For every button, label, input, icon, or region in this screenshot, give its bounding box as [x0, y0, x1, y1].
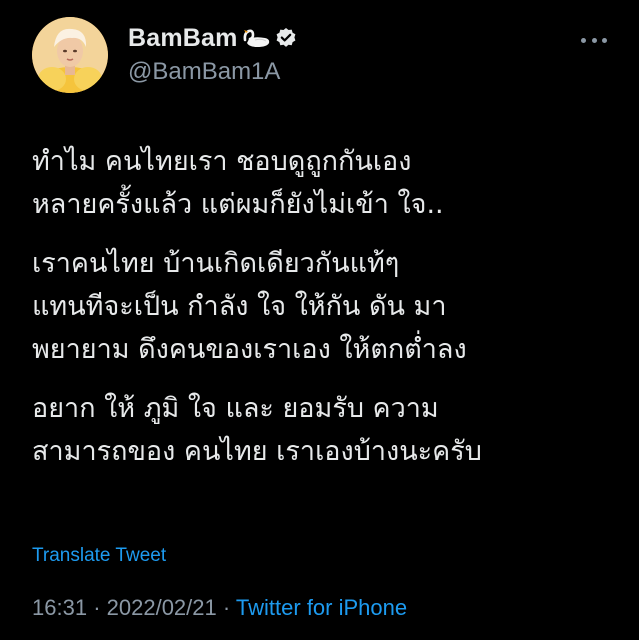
- author-name-row: BamBam: [128, 22, 297, 54]
- tweet-line: อยาก ให้ ภูมิ ใจ และ ยอมรับ ความ: [32, 393, 439, 424]
- tweet-paragraph-1: ทำไม คนไทยเรา ชอบดูถูกกันเอง หลายครั้งแล…: [32, 140, 622, 226]
- meta-separator: ·: [222, 595, 231, 620]
- translate-tweet-link[interactable]: Translate Tweet: [32, 545, 166, 567]
- tweet: BamBam @BamBam1A ทำไม คนไทยเรา ชอบดูถูกก…: [0, 0, 639, 640]
- tweet-meta: 16:31 · 2022/02/21 · Twitter for iPhone: [32, 595, 407, 621]
- more-dot: [591, 37, 597, 43]
- swan-emoji-icon: [241, 27, 271, 49]
- author-handle[interactable]: @BamBam1A: [128, 58, 297, 86]
- tweet-source-link[interactable]: Twitter for iPhone: [236, 595, 407, 620]
- more-dot: [602, 37, 607, 43]
- tweet-line: เราคนไทย บ้านเกิดเดียวกันแท้ๆ: [32, 248, 400, 279]
- more-dots-icon[interactable]: [581, 30, 607, 50]
- verified-badge-icon: [275, 27, 297, 49]
- tweet-paragraph-3: อยาก ให้ ภูมิ ใจ และ ยอมรับ ความ สามารถข…: [32, 387, 622, 473]
- tweet-paragraph-2: เราคนไทย บ้านเกิดเดียวกันแท้ๆ แทนทีจะเป็…: [32, 242, 622, 371]
- more-dot: [581, 37, 586, 43]
- avatar-image: [32, 17, 108, 93]
- tweet-line: สามารถของ คนไทย เราเองบ้างนะครับ: [32, 436, 482, 467]
- author-display-name[interactable]: BamBam: [128, 24, 238, 53]
- tweet-time[interactable]: 16:31: [32, 595, 87, 620]
- tweet-text: ทำไม คนไทยเรา ชอบดูถูกกันเอง หลายครั้งแล…: [32, 140, 622, 489]
- tweet-line: แทนทีจะเป็น กำลัง ใจ ให้กัน ดัน มา: [32, 291, 447, 322]
- tweet-line: ทำไม คนไทยเรา ชอบดูถูกกันเอง: [32, 146, 412, 177]
- tweet-line: หลายครั้งแล้ว แต่ผมก็ยังไม่เข้า ใจ..: [32, 189, 444, 220]
- tweet-line: พยายาม ดึงคนของเราเอง ให้ตกต่ำลง: [32, 334, 467, 365]
- author-block: BamBam @BamBam1A: [128, 22, 297, 86]
- meta-separator: ·: [93, 595, 101, 620]
- tweet-date[interactable]: 2022/02/21: [107, 595, 217, 620]
- avatar[interactable]: [32, 17, 108, 93]
